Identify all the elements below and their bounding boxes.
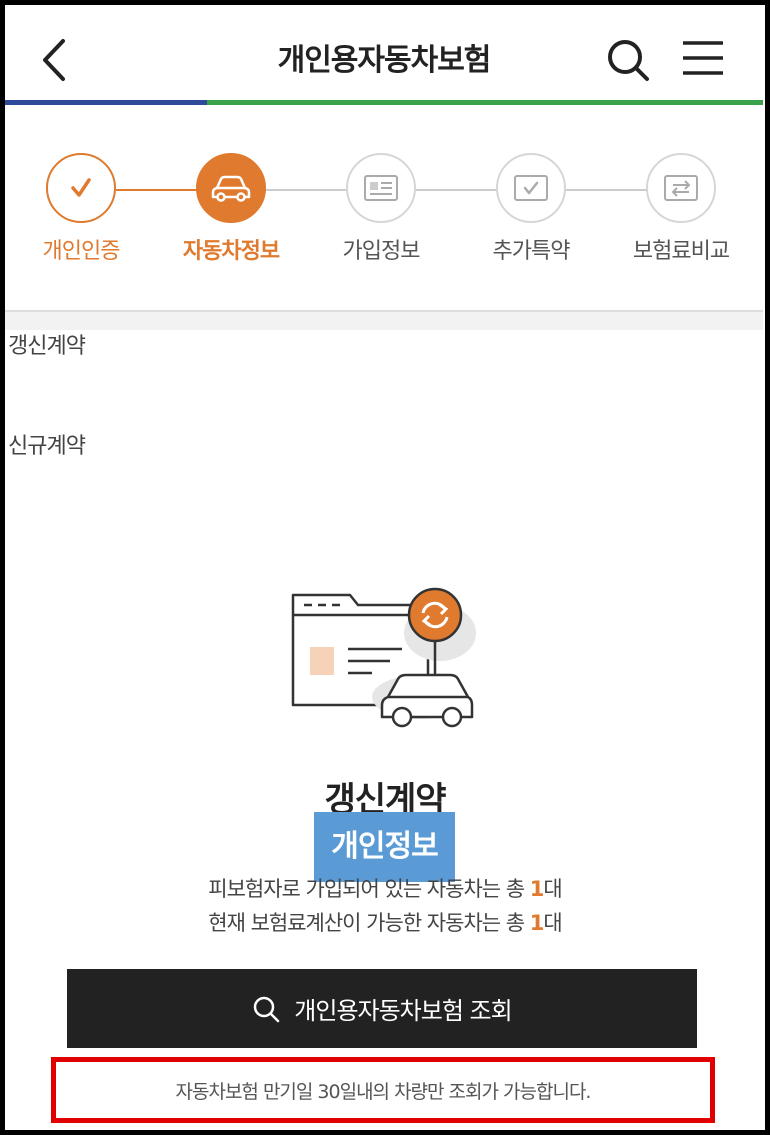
step-subscription-info: 가입정보 (306, 153, 456, 265)
info-unit: 대 (543, 911, 562, 935)
step-label: 가입정보 (342, 239, 421, 264)
compare-icon (664, 175, 698, 201)
tab-new-contract[interactable]: 신규계약 (8, 428, 86, 460)
car-icon (211, 175, 251, 202)
check-icon (71, 178, 91, 197)
step-label: 자동차정보 (182, 239, 280, 264)
step-additional-riders: 추가특약 (456, 153, 606, 265)
search-button[interactable] (605, 37, 651, 83)
tab-renewal-contract[interactable]: 갱신계약 (8, 328, 86, 360)
step-circle (196, 153, 266, 223)
lookup-button-label: 개인용자동차보험 조회 (294, 997, 512, 1025)
step-car-info: 자동차정보 (156, 153, 306, 265)
step-circle (646, 153, 716, 223)
step-premium-compare: 보험료비교 (606, 153, 756, 265)
calculable-car-count: 현재 보험료계산이 가능한 자동차는 총 1대 (0, 907, 770, 937)
search-icon (608, 40, 649, 81)
step-circle (496, 153, 566, 223)
app-header: 개인용자동차보험 (5, 5, 763, 101)
info-text: 피보험자로 가입되어 있는 자동차는 총 (208, 877, 530, 901)
step-label: 보험료비교 (632, 239, 730, 264)
notice-text: 자동차보험 만기일 30일내의 차량만 조회가 가능합니다. (175, 1080, 592, 1103)
step-personal-auth: 개인인증 (6, 153, 156, 265)
hamburger-menu-icon (683, 41, 723, 75)
step-label: 추가특약 (492, 239, 571, 264)
renewal-illustration (290, 585, 480, 735)
menu-button[interactable] (681, 39, 725, 79)
count-value: 1 (529, 911, 545, 935)
step-circle (346, 153, 416, 223)
count-value: 1 (529, 877, 545, 901)
renewal-car-document-icon (291, 587, 476, 728)
step-label: 개인인증 (42, 239, 121, 264)
expiry-notice: 자동차보험 만기일 30일내의 차량만 조회가 가능합니다. (51, 1057, 715, 1123)
section-band (5, 312, 763, 330)
lookup-insurance-button[interactable]: 개인용자동차보험 조회 (67, 969, 697, 1048)
info-unit: 대 (543, 877, 562, 901)
search-icon (254, 996, 280, 1022)
id-card-icon (364, 175, 398, 201)
step-circle (46, 153, 116, 223)
info-text: 현재 보험료계산이 가능한 자동차는 총 (208, 911, 530, 935)
insured-car-count: 피보험자로 가입되어 있는 자동차는 총 1대 (0, 873, 770, 903)
checkbox-icon (514, 175, 548, 201)
personal-info-badge: 개인정보 (314, 812, 455, 882)
step-indicator: 개인인증 자동차정보 가입정보 추가특약 보험료비교 (5, 105, 763, 311)
